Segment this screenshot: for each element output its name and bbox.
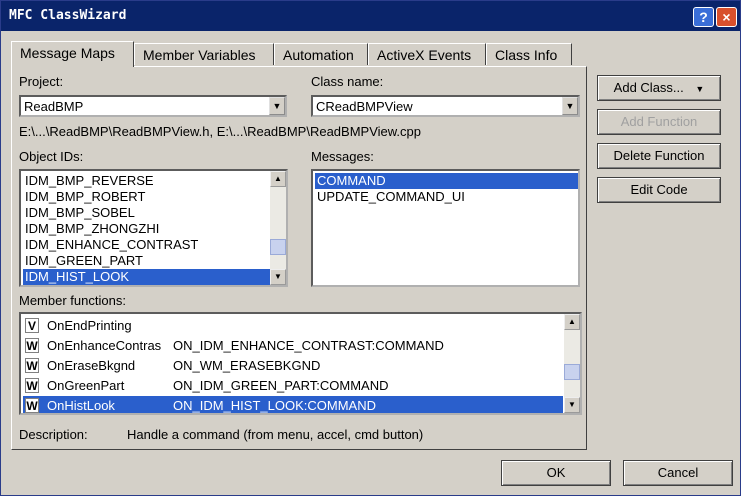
scroll-up-icon[interactable]: ▲ [564, 314, 580, 330]
tab-member-variables[interactable]: Member Variables [134, 43, 274, 65]
windows-message-icon: W [25, 338, 39, 353]
list-item-selected[interactable]: IDM_HIST_LOOK [23, 269, 272, 285]
object-ids-label: Object IDs: [19, 149, 84, 164]
scroll-up-icon[interactable]: ▲ [270, 171, 286, 187]
tab-activex-events[interactable]: ActiveX Events [368, 43, 486, 65]
messages-label: Messages: [311, 149, 374, 164]
object-ids-scrollbar[interactable]: ▲ ▼ [270, 171, 286, 285]
member-functions-scrollbar[interactable]: ▲ ▼ [564, 314, 580, 413]
scroll-thumb[interactable] [270, 239, 286, 255]
window-title: MFC ClassWizard [9, 8, 127, 23]
list-item-selected[interactable]: COMMAND [315, 173, 578, 189]
function-handler: ON_WM_ERASEBKGND [173, 358, 321, 373]
close-icon: × [722, 9, 731, 25]
list-item[interactable]: IDM_ENHANCE_CONTRAST [23, 237, 272, 253]
list-item[interactable]: IDM_GREEN_PART [23, 253, 272, 269]
function-handler: ON_IDM_GREEN_PART:COMMAND [173, 378, 389, 393]
function-handler: ON_IDM_HIST_LOOK:COMMAND [173, 398, 376, 413]
table-row[interactable]: W OnEnhanceContras ON_IDM_ENHANCE_CONTRA… [23, 336, 563, 356]
member-functions-list[interactable]: V OnEndPrinting W OnEnhanceContras ON_ID… [19, 312, 582, 415]
chevron-down-icon[interactable]: ▼ [562, 97, 578, 115]
file-paths: E:\...\ReadBMP\ReadBMPView.h, E:\...\Rea… [19, 124, 421, 139]
list-item[interactable]: UPDATE_COMMAND_UI [315, 189, 578, 205]
list-item[interactable]: IDM_BMP_ROBERT [23, 189, 272, 205]
scroll-down-icon[interactable]: ▼ [564, 397, 580, 413]
delete-function-button[interactable]: Delete Function [597, 143, 721, 169]
list-item[interactable]: IDM_BMP_REVERSE [23, 173, 272, 189]
cancel-button[interactable]: Cancel [623, 460, 733, 486]
help-icon: ? [699, 9, 708, 25]
tab-automation[interactable]: Automation [274, 43, 368, 65]
scroll-thumb[interactable] [564, 364, 580, 380]
list-item[interactable]: IDM_BMP_SOBEL [23, 205, 272, 221]
project-combo[interactable]: ReadBMP ▼ [19, 95, 287, 117]
windows-message-icon: W [25, 398, 39, 413]
project-label: Project: [19, 74, 64, 89]
help-button[interactable]: ? [693, 7, 714, 27]
function-name: OnEndPrinting [47, 318, 132, 333]
scroll-down-icon[interactable]: ▼ [270, 269, 286, 285]
description-text: Handle a command (from menu, accel, cmd … [127, 427, 424, 442]
windows-message-icon: W [25, 378, 39, 393]
function-handler: ON_IDM_ENHANCE_CONTRAST:COMMAND [173, 338, 444, 353]
add-class-label: Add Class... [613, 80, 684, 95]
chevron-down-icon: ▼ [695, 84, 705, 94]
classwizard-dialog: MFC ClassWizard ? × Message Maps Member … [0, 0, 741, 496]
close-button[interactable]: × [716, 7, 737, 27]
function-name: OnEnhanceContras [47, 338, 162, 353]
windows-message-icon: W [25, 358, 39, 373]
table-row[interactable]: W OnGreenPart ON_IDM_GREEN_PART:COMMAND [23, 376, 563, 396]
function-name: OnGreenPart [47, 378, 125, 393]
chevron-down-icon[interactable]: ▼ [269, 97, 285, 115]
function-name: OnHistLook [47, 398, 115, 413]
add-function-button[interactable]: Add Function [597, 109, 721, 135]
table-row-selected[interactable]: W OnHistLook ON_IDM_HIST_LOOK:COMMAND [23, 396, 563, 413]
edit-code-button[interactable]: Edit Code [597, 177, 721, 203]
messages-list[interactable]: COMMAND UPDATE_COMMAND_UI [311, 169, 580, 287]
object-ids-list[interactable]: IDM_BMP_REVERSE IDM_BMP_ROBERT IDM_BMP_S… [19, 169, 288, 287]
class-name-combo[interactable]: CReadBMPView ▼ [311, 95, 580, 117]
tab-message-maps[interactable]: Message Maps [11, 41, 134, 67]
table-row[interactable]: V OnEndPrinting [23, 316, 563, 336]
function-name: OnEraseBkgnd [47, 358, 136, 373]
project-value: ReadBMP [24, 99, 84, 114]
add-class-button[interactable]: Add Class... ▼ [597, 75, 721, 101]
list-item[interactable]: IDM_BMP_ZHONGZHI [23, 221, 272, 237]
description-label: Description: [19, 427, 88, 442]
table-row[interactable]: W OnEraseBkgnd ON_WM_ERASEBKGND [23, 356, 563, 376]
title-bar[interactable]: MFC ClassWizard ? × [1, 1, 740, 31]
class-name-label: Class name: [311, 74, 384, 89]
ok-button[interactable]: OK [501, 460, 611, 486]
virtual-icon: V [25, 318, 39, 333]
class-name-value: CReadBMPView [316, 99, 413, 114]
tab-class-info[interactable]: Class Info [486, 43, 572, 65]
member-functions-label: Member functions: [19, 293, 126, 308]
